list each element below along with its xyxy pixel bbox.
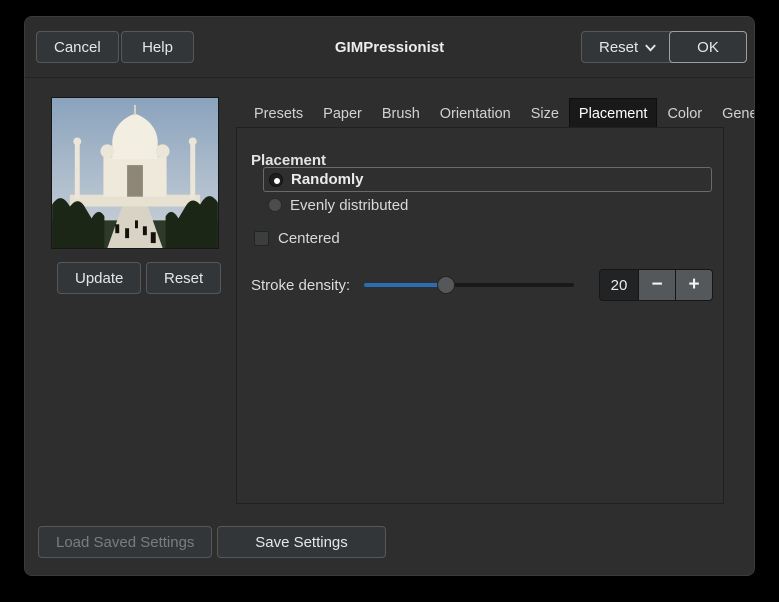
gimpressionist-dialog: Cancel Help GIMPressionist Reset OK Upda… <box>24 16 755 576</box>
tab-brush[interactable]: Brush <box>372 98 430 128</box>
radio-option-randomly[interactable]: Randomly <box>263 167 712 192</box>
tab-placement[interactable]: Placement <box>568 98 658 128</box>
tab-color-label: Color <box>667 105 703 122</box>
radio-randomly-indicator[interactable] <box>269 172 283 187</box>
centered-checkbox-label: Centered <box>278 230 340 247</box>
tab-paper[interactable]: Paper <box>313 98 372 128</box>
tab-paper-label: Paper <box>323 105 362 122</box>
save-settings-button[interactable]: Save Settings <box>217 526 386 558</box>
notebook-tab-bar: Presets Paper Brush Orientation Size Pla… <box>236 98 754 128</box>
stroke-density-value[interactable]: 20 <box>599 269 639 301</box>
preview-image <box>51 97 219 249</box>
load-saved-settings-button[interactable]: Load Saved Settings <box>38 526 213 558</box>
reset-dropdown-label: Reset <box>599 38 639 56</box>
help-button[interactable]: Help <box>121 31 194 63</box>
chevron-down-icon <box>644 41 657 54</box>
reset-preview-button[interactable]: Reset <box>146 262 222 294</box>
cancel-button-label: Cancel <box>54 38 101 56</box>
tab-placement-label: Placement <box>578 105 648 122</box>
tab-brush-label: Brush <box>381 105 420 122</box>
tab-color[interactable]: Color <box>657 98 712 128</box>
centered-checkbox[interactable] <box>254 231 269 246</box>
tab-orientation[interactable]: Orientation <box>430 98 521 128</box>
radio-randomly-label: Randomly <box>291 171 364 188</box>
stroke-density-decrement-button[interactable]: − <box>639 269 676 301</box>
tab-orientation-label: Orientation <box>439 105 511 122</box>
stroke-density-label: Stroke density: <box>251 276 351 294</box>
radio-evenly-label: Evenly distributed <box>290 196 409 214</box>
stroke-density-increment-button[interactable]: + <box>676 269 713 301</box>
radio-option-evenly-distributed[interactable]: Evenly distributed <box>268 196 408 214</box>
centered-checkbox-row[interactable]: Centered <box>254 230 340 247</box>
taj-mahal-preview-graphic <box>52 98 218 248</box>
cancel-button[interactable]: Cancel <box>36 31 119 63</box>
stroke-density-spinbox: 20 − + <box>599 269 713 301</box>
update-button-label: Update <box>75 269 124 287</box>
save-settings-label: Save Settings <box>255 533 348 551</box>
reset-preview-button-label: Reset <box>164 269 204 287</box>
radio-evenly-indicator[interactable] <box>268 198 282 212</box>
header-bar: Cancel Help GIMPressionist Reset OK <box>25 17 754 78</box>
tab-general-label: General <box>722 105 754 122</box>
update-preview-button[interactable]: Update <box>57 262 142 294</box>
ok-button[interactable]: OK <box>669 31 747 63</box>
stroke-density-slider[interactable] <box>364 269 574 301</box>
tab-general[interactable]: General <box>712 98 754 128</box>
tab-presets[interactable]: Presets <box>244 98 313 128</box>
ok-button-label: OK <box>697 38 719 56</box>
tab-size-label: Size <box>530 105 559 122</box>
slider-fill <box>364 283 446 287</box>
tab-size[interactable]: Size <box>521 98 569 128</box>
slider-handle[interactable] <box>437 276 455 294</box>
reset-dropdown-button[interactable]: Reset <box>581 31 676 63</box>
help-button-label: Help <box>142 38 173 56</box>
load-saved-settings-label: Load Saved Settings <box>56 533 195 551</box>
tab-presets-label: Presets <box>254 105 304 122</box>
